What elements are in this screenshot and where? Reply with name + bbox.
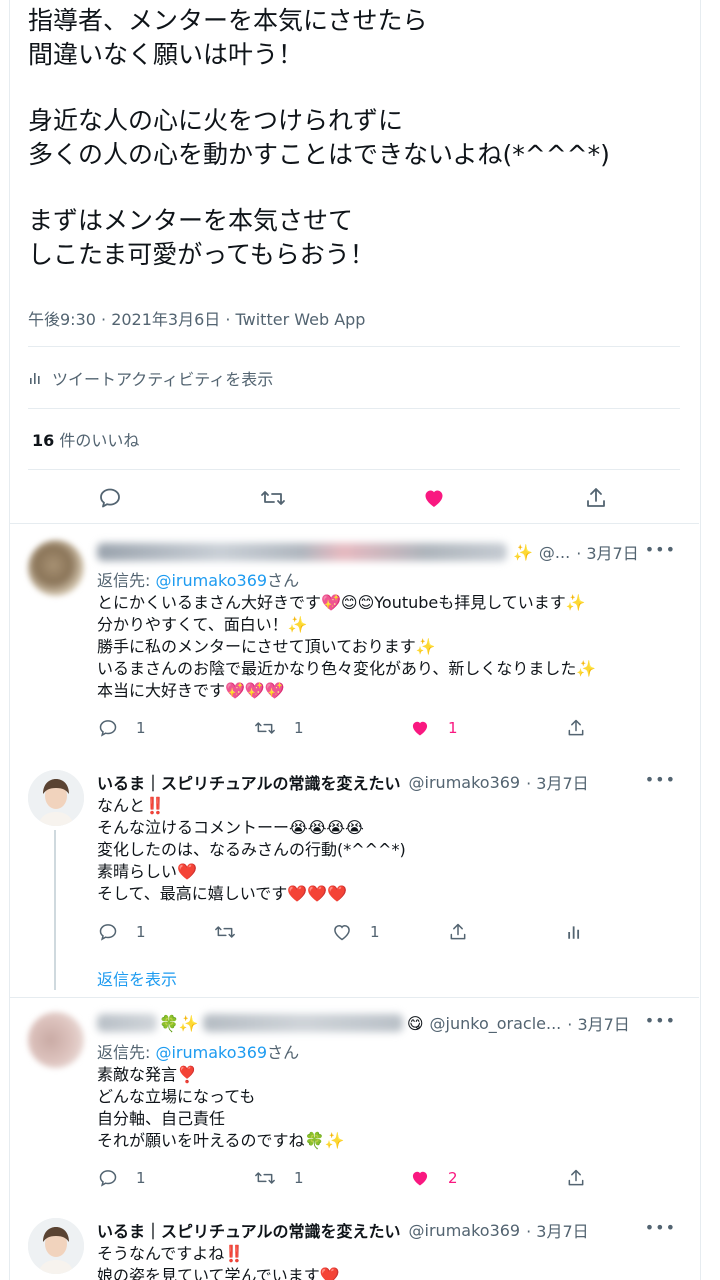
- like-count: 2: [448, 1169, 458, 1187]
- likes-label: 件のいいね: [54, 431, 140, 450]
- reply-handle[interactable]: @irumako369: [409, 773, 521, 792]
- reply-text: とにかくいるまさん大好きです💖😊😊Youtubeも拝見しています✨ 分かりやすく…: [97, 593, 597, 700]
- retweet-button[interactable]: 1: [254, 1168, 304, 1188]
- retweet-button[interactable]: 1: [254, 718, 304, 738]
- reply-date[interactable]: · 3月7日: [567, 1011, 630, 1035]
- reply-to-handle[interactable]: @irumako369: [155, 1043, 267, 1062]
- blurred-display-name[interactable]: [97, 1014, 157, 1032]
- reply-to-suffix: さん: [267, 1043, 300, 1062]
- reply-display-name[interactable]: いるま｜スピリチュアルの常識を変えたい: [97, 770, 401, 794]
- reply-header: 🍀✨ 😋 @junko_oracle... · 3月7日: [97, 1011, 630, 1035]
- more-icon[interactable]: •••: [645, 1011, 676, 1030]
- likes-summary[interactable]: 16 件のいいね: [32, 427, 139, 451]
- share-icon: [450, 923, 466, 940]
- reply-icon: [99, 1170, 117, 1187]
- analytics-button[interactable]: [566, 922, 584, 942]
- reply-icon: [100, 488, 120, 508]
- reply-count: 1: [136, 923, 146, 941]
- reply-button[interactable]: 1: [98, 718, 146, 738]
- reply-header: いるま｜スピリチュアルの常識を変えたい @irumako369 · 3月7日: [97, 1218, 589, 1242]
- tweet-activity-link[interactable]: ツイートアクティビティを表示: [28, 366, 273, 390]
- retweet-icon: [261, 491, 285, 505]
- analytics-icon: [30, 373, 40, 384]
- reply-to: 返信先: @irumako369さん: [97, 1039, 299, 1063]
- reply-to: 返信先: @irumako369さん: [97, 567, 299, 591]
- reply-text: そうなんですよね‼️ 娘の姿を見ていて学んでいます❤️: [97, 1244, 340, 1280]
- divider: [28, 469, 680, 470]
- reply-to-handle[interactable]: @irumako369: [155, 571, 267, 590]
- reply-handle[interactable]: @irumako369: [409, 1221, 521, 1240]
- reply-icon: [99, 720, 117, 737]
- divider: [28, 346, 680, 347]
- like-count: 1: [448, 719, 458, 737]
- more-icon[interactable]: •••: [645, 540, 676, 559]
- reply-handle[interactable]: @junko_oracle...: [430, 1014, 562, 1033]
- reply-button[interactable]: 1: [98, 1168, 146, 1188]
- reply-to-suffix: さん: [267, 571, 300, 590]
- reply-text: 素敵な発言❣️ どんな立場になっても 自分軸、自己責任 それが願いを叶えるのです…: [97, 1065, 345, 1150]
- reply-count: 1: [136, 719, 146, 737]
- avatar[interactable]: [28, 540, 84, 596]
- share-icon: [587, 488, 605, 507]
- reply-date[interactable]: · 3月7日: [526, 770, 589, 794]
- reply-to-prefix: 返信先:: [97, 1043, 156, 1062]
- share-icon: [568, 719, 584, 736]
- reply-header: いるま｜スピリチュアルの常識を変えたい @irumako369 · 3月7日: [97, 770, 589, 794]
- like-count: 1: [370, 923, 380, 941]
- reply-date[interactable]: · 3月7日: [526, 1218, 589, 1242]
- divider: [28, 408, 680, 409]
- main-reply-button[interactable]: [98, 486, 122, 514]
- thread-line: [54, 830, 56, 990]
- like-button[interactable]: 1: [410, 718, 458, 738]
- tweet-timestamp[interactable]: 午後9:30 · 2021年3月6日 · Twitter Web App: [28, 306, 365, 330]
- retweet-icon: [255, 722, 275, 734]
- reply-count: 1: [136, 1169, 146, 1187]
- reply-header: ✨ @... · 3月7日: [97, 540, 639, 564]
- share-button[interactable]: [566, 718, 586, 738]
- share-icon: [568, 1169, 584, 1186]
- retweet-button[interactable]: [214, 922, 236, 942]
- tweet-paragraph: 身近な人の心に火をつけられずに 多くの人の心を動かすことはできないよね(*^^^…: [28, 106, 610, 169]
- tweet-paragraph: 指導者、メンターを本気にさせたら 間違いなく願いは叶う！: [28, 6, 428, 69]
- heart-outline-icon: [334, 924, 350, 941]
- avatar[interactable]: [28, 770, 84, 826]
- analytics-icon: [568, 926, 580, 939]
- heart-icon: [412, 721, 428, 736]
- reply-text: なんと‼️ そんな泣けるコメントーー😭😭😭😭 変化したのは、なるみさんの行動(*…: [97, 796, 406, 903]
- heart-icon: [412, 1171, 428, 1186]
- retweet-icon: [255, 1172, 275, 1184]
- like-button[interactable]: 2: [410, 1168, 458, 1188]
- like-button[interactable]: 1: [332, 922, 380, 942]
- likes-count: 16: [32, 431, 55, 450]
- avatar[interactable]: [28, 1218, 84, 1274]
- tweet-paragraph: まずはメンターを本気させて しこたま可愛がってもらおう！: [28, 206, 375, 269]
- share-button[interactable]: [448, 922, 468, 942]
- reply-to-prefix: 返信先:: [97, 571, 156, 590]
- retweet-icon: [215, 926, 235, 938]
- main-share-button[interactable]: [584, 486, 608, 514]
- reply-handle[interactable]: @...: [539, 543, 570, 562]
- divider: [9, 523, 699, 524]
- main-retweet-button[interactable]: [260, 486, 286, 514]
- activity-label: ツイートアクティビティを表示: [52, 370, 274, 389]
- avatar[interactable]: [28, 1012, 84, 1068]
- divider: [9, 997, 699, 998]
- blurred-display-name[interactable]: [202, 1014, 403, 1032]
- show-replies-link[interactable]: 返信を表示: [97, 966, 177, 990]
- reply-display-name[interactable]: いるま｜スピリチュアルの常識を変えたい: [97, 1218, 401, 1242]
- main-like-button[interactable]: [422, 486, 446, 514]
- more-icon[interactable]: •••: [645, 770, 676, 789]
- main-tweet-text: 指導者、メンターを本気にさせたら 間違いなく願いは叶う！ 身近な人の心に火をつけ…: [28, 4, 688, 304]
- reply-icon: [99, 924, 117, 941]
- retweet-count: 1: [294, 719, 304, 737]
- more-icon[interactable]: •••: [645, 1218, 676, 1237]
- blurred-display-name[interactable]: [97, 543, 507, 561]
- share-button[interactable]: [566, 1168, 586, 1188]
- reply-date[interactable]: · 3月7日: [576, 540, 639, 564]
- retweet-count: 1: [294, 1169, 304, 1187]
- reply-button[interactable]: 1: [98, 922, 146, 942]
- heart-icon: [425, 490, 443, 507]
